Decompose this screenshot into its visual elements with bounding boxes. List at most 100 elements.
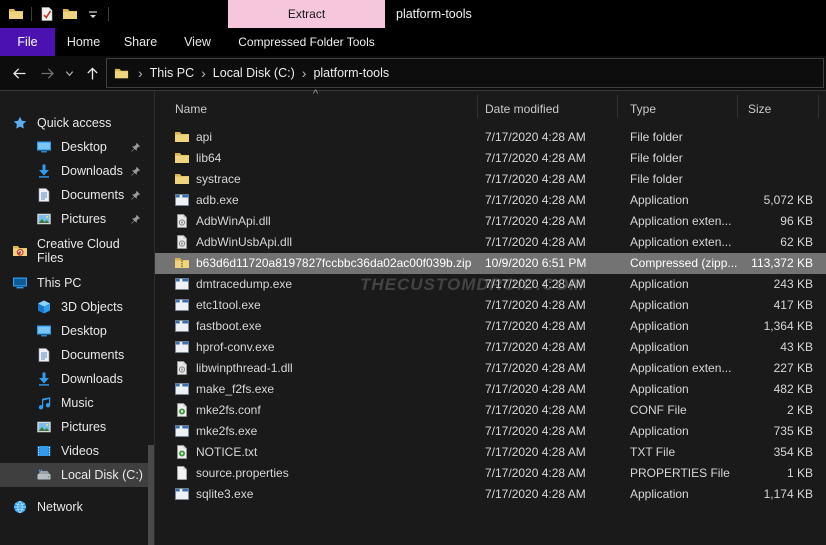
quick-access-toolbar <box>8 0 109 28</box>
column-header-row: ^ Name Date modified Type Size <box>155 91 826 122</box>
breadcrumb-chevron-icon[interactable]: › <box>131 59 150 87</box>
cell-date: 7/17/2020 4:28 AM <box>485 169 586 190</box>
cell-type: Application <box>630 316 689 337</box>
table-row[interactable]: b63d6d11720a8197827fccbbc36da02ac00f039b… <box>155 253 826 274</box>
table-row[interactable]: source.properties7/17/2020 4:28 AMPROPER… <box>155 463 826 484</box>
breadcrumb-chevron-icon[interactable]: › <box>194 59 213 87</box>
tab-view[interactable]: View <box>169 28 226 56</box>
cell-date: 7/17/2020 4:28 AM <box>485 148 586 169</box>
sidebar-item-label: Desktop <box>61 324 107 338</box>
table-row[interactable]: api7/17/2020 4:28 AMFile folder <box>155 127 826 148</box>
breadcrumb-item[interactable]: Local Disk (C:) <box>213 66 295 80</box>
table-row[interactable]: libwinpthread-1.dll7/17/2020 4:28 AMAppl… <box>155 358 826 379</box>
cube-icon <box>36 299 52 315</box>
column-header-size[interactable]: Size <box>748 102 771 116</box>
table-row[interactable]: adb.exe7/17/2020 4:28 AMApplication5,072… <box>155 190 826 211</box>
recent-locations-button[interactable] <box>60 56 78 90</box>
cell-type: File folder <box>630 148 683 169</box>
column-header-date-modified[interactable]: Date modified <box>485 102 559 116</box>
table-row[interactable]: systrace7/17/2020 4:28 AMFile folder <box>155 169 826 190</box>
sidebar-item-documents[interactable]: Documents <box>0 183 148 207</box>
back-button[interactable] <box>6 56 32 90</box>
cell-date: 7/17/2020 4:28 AM <box>485 190 586 211</box>
window-title: platform-tools <box>396 0 472 28</box>
sidebar-item-downloads[interactable]: Downloads <box>0 367 148 391</box>
column-header-type[interactable]: Type <box>630 102 656 116</box>
column-separator[interactable] <box>477 95 478 118</box>
forward-button[interactable] <box>34 56 60 90</box>
table-row[interactable]: AdbWinUsbApi.dll7/17/2020 4:28 AMApplica… <box>155 232 826 253</box>
cell-type: Application <box>630 484 689 505</box>
file-icon-folder <box>174 129 190 145</box>
sidebar-item-label: Music <box>61 396 94 410</box>
column-separator[interactable] <box>818 95 819 118</box>
sidebar-item-pictures[interactable]: Pictures <box>0 415 148 439</box>
sidebar-item-3d-objects[interactable]: 3D Objects <box>0 295 148 319</box>
tab-share[interactable]: Share <box>112 28 169 56</box>
picture-icon <box>36 211 52 227</box>
breadcrumb-item[interactable]: This PC <box>150 66 194 80</box>
table-row[interactable]: sqlite3.exe7/17/2020 4:28 AMApplication1… <box>155 484 826 505</box>
pin-icon[interactable] <box>129 141 142 154</box>
column-header-name[interactable]: Name <box>175 102 207 116</box>
table-row[interactable]: hprof-conv.exe7/17/2020 4:28 AMApplicati… <box>155 337 826 358</box>
pin-icon[interactable] <box>129 189 142 202</box>
sidebar-item-music[interactable]: Music <box>0 391 148 415</box>
file-icon-folder <box>174 150 190 166</box>
sidebar-item-videos[interactable]: Videos <box>0 439 148 463</box>
file-icon-app <box>174 486 190 502</box>
cell-size: 1 KB <box>695 463 813 484</box>
sidebar-item-documents[interactable]: Documents <box>0 343 148 367</box>
cell-size: 243 KB <box>695 274 813 295</box>
cell-type: TXT File <box>630 442 675 463</box>
sidebar-item-desktop[interactable]: Desktop <box>0 319 148 343</box>
file-icon-dll <box>174 234 190 250</box>
cell-date: 7/17/2020 4:28 AM <box>485 484 586 505</box>
table-row[interactable]: fastboot.exe7/17/2020 4:28 AMApplication… <box>155 316 826 337</box>
cell-type: Application <box>630 379 689 400</box>
pin-icon[interactable] <box>129 165 142 178</box>
column-separator[interactable] <box>737 95 738 118</box>
sidebar-item-label: This PC <box>37 276 81 290</box>
table-row[interactable]: lib647/17/2020 4:28 AMFile folder <box>155 148 826 169</box>
table-row[interactable]: mke2fs.exe7/17/2020 4:28 AMApplication73… <box>155 421 826 442</box>
properties-check-icon[interactable] <box>39 6 55 22</box>
table-row[interactable]: NOTICE.txt7/17/2020 4:28 AMTXT File354 K… <box>155 442 826 463</box>
table-row[interactable]: etc1tool.exe7/17/2020 4:28 AMApplication… <box>155 295 826 316</box>
toolbar-dropdown-icon[interactable] <box>85 6 101 22</box>
cell-size: 113,372 KB <box>695 253 813 274</box>
sidebar-item-label: Documents <box>61 188 124 202</box>
sidebar-item-desktop[interactable]: Desktop <box>0 135 148 159</box>
up-button[interactable] <box>80 56 104 90</box>
extract-button[interactable]: Extract <box>228 0 385 28</box>
tab-compressed-folder-tools[interactable]: Compressed Folder Tools <box>228 28 385 56</box>
new-folder-icon[interactable] <box>62 6 78 22</box>
address-bar[interactable]: ›This PC›Local Disk (C:)›platform-tools <box>106 58 824 88</box>
sidebar-item-this-pc[interactable]: This PC <box>0 271 148 295</box>
desktop-icon <box>36 323 52 339</box>
tab-home[interactable]: Home <box>55 28 112 56</box>
pin-icon[interactable] <box>129 213 142 226</box>
sidebar-item-downloads[interactable]: Downloads <box>0 159 148 183</box>
file-icon-app <box>174 276 190 292</box>
cell-name: sqlite3.exe <box>196 484 253 505</box>
table-row[interactable]: AdbWinApi.dll7/17/2020 4:28 AMApplicatio… <box>155 211 826 232</box>
explorer-window-icon[interactable] <box>8 6 24 22</box>
cell-date: 7/17/2020 4:28 AM <box>485 337 586 358</box>
column-separator[interactable] <box>617 95 618 118</box>
tab-file[interactable]: File <box>0 28 55 56</box>
table-row[interactable]: mke2fs.conf7/17/2020 4:28 AMCONF File2 K… <box>155 400 826 421</box>
sidebar-item-creative-cloud-files[interactable]: Creative Cloud Files <box>0 239 148 263</box>
file-icon-txt <box>174 444 190 460</box>
sidebar-item-quick-access[interactable]: Quick access <box>0 111 148 135</box>
breadcrumb-item[interactable]: platform-tools <box>313 66 389 80</box>
sidebar-item-local-disk-c[interactable]: Local Disk (C:) <box>0 463 148 487</box>
sort-ascending-indicator[interactable]: ^ <box>313 88 318 100</box>
file-rows: api7/17/2020 4:28 AMFile folderlib647/17… <box>155 127 826 505</box>
breadcrumb-chevron-icon[interactable]: › <box>295 59 314 87</box>
table-row[interactable]: make_f2fs.exe7/17/2020 4:28 AMApplicatio… <box>155 379 826 400</box>
table-row[interactable]: dmtracedump.exe7/17/2020 4:28 AMApplicat… <box>155 274 826 295</box>
cell-date: 7/17/2020 4:28 AM <box>485 463 586 484</box>
sidebar-item-network[interactable]: Network <box>0 495 148 519</box>
sidebar-item-pictures[interactable]: Pictures <box>0 207 148 231</box>
